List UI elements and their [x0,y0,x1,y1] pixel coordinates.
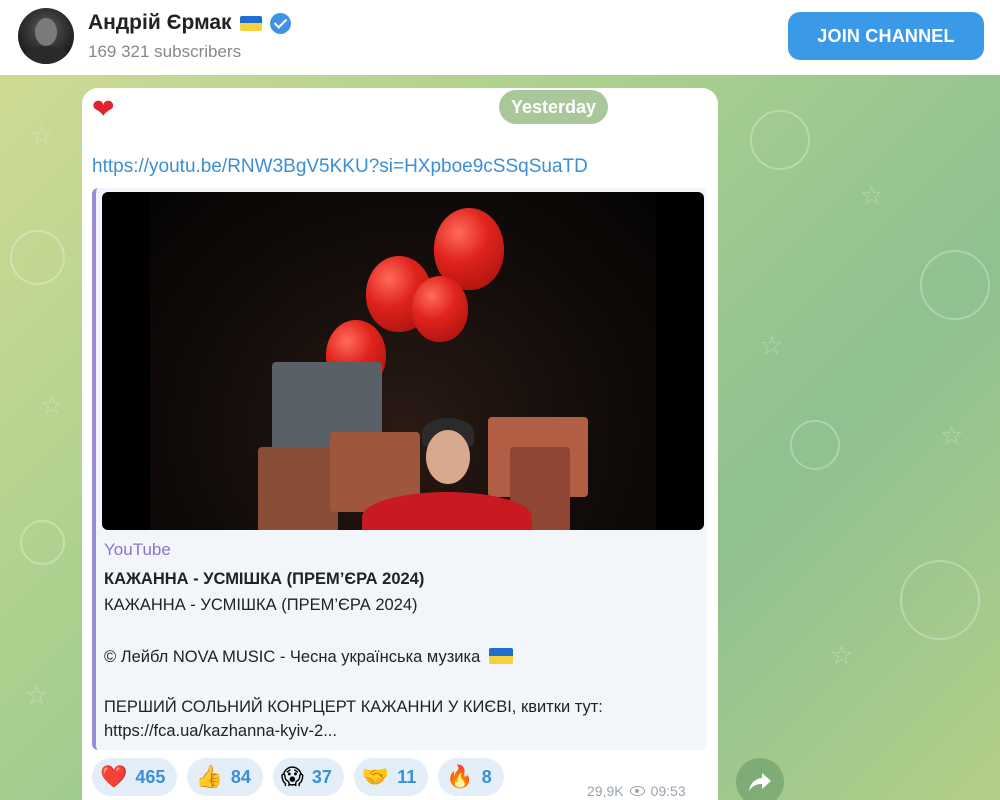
star-doodle: ☆ [830,640,854,670]
reaction-heart[interactable]: ❤️ 465 [92,758,178,796]
reaction-count: 84 [230,766,251,787]
view-count: 29,9K [587,783,624,799]
reaction-count: 8 [481,766,492,787]
star-doodle: ☆ [30,120,54,150]
planet-doodle [10,230,65,285]
fire-icon: 🔥 [446,764,474,789]
reaction-fire[interactable]: 🔥 8 [438,758,504,796]
video-thumbnail[interactable] [102,192,704,530]
preview-description-line: © Лейбл NOVA MUSIC - Чесна українська му… [104,648,513,667]
reaction-count: 37 [311,766,332,787]
reaction-count: 465 [135,766,166,787]
star-doodle: ☆ [40,390,64,420]
reaction-screaming[interactable]: 😱 37 [272,758,344,796]
reactions-bar: ❤️ 465 👍 84 😱 37 🤝 11 🔥 8 [92,758,504,796]
star-doodle: ☆ [760,330,784,360]
video-scene [150,192,656,530]
ukraine-flag-icon [488,648,513,664]
handshake-icon: 🤝 [361,764,390,789]
reaction-thumbs-up[interactable]: 👍 84 [187,758,263,796]
forward-arrow-icon [749,773,771,791]
red-heart-icon: ❤️ [100,764,128,789]
avatar-shoulders [22,46,70,64]
ukraine-flag-icon [239,15,262,31]
star-doodle: ☆ [940,420,964,450]
channel-name: Андрій Єрмак [88,11,232,34]
preview-source: YouTube [104,540,171,559]
avatar[interactable] [18,8,74,64]
join-channel-button[interactable]: JOIN CHANNEL [788,12,984,60]
person-head-shape [426,430,470,484]
thumbs-up-icon: 👍 [195,764,223,789]
channel-title[interactable]: Андрій Єрмак [88,11,291,35]
reaction-handshake[interactable]: 🤝 11 [353,758,429,796]
star-doodle: ☆ [25,680,49,710]
planet-doodle [790,420,840,470]
red-heart-emoji-icon: ❤ [92,94,115,124]
preview-description-line: ПЕРШИЙ СОЛЬНИЙ КОНРЦЕРТ КАЖАННИ У КИЄВІ,… [104,698,603,716]
forward-button[interactable] [736,758,784,800]
message-time: 09:53 [650,783,686,799]
preview-title: КАЖАННА - УСМІШКА (ПРЕМ’ЄРА 2024) [104,570,425,588]
planet-doodle [20,520,65,565]
verified-badge-icon [269,12,291,34]
planet-doodle [750,110,810,170]
channel-header: Андрій Єрмак 169 321 subscribers JOIN CH… [0,0,1000,75]
preview-description-line: https://fca.ua/kazhanna-kyiv-2... [104,722,337,740]
planet-doodle [920,250,990,320]
suitcase-shape [258,447,338,530]
message-bubble: ❤ Yesterday https://youtu.be/RNW3BgV5KKU… [82,88,718,800]
eye-icon [629,786,645,796]
planet-doodle [900,560,980,640]
balloon-shape [412,276,468,342]
preview-description-line: КАЖАННА - УСМІШКА (ПРЕМ’ЄРА 2024) [104,596,418,614]
message-meta: 29,9K 09:53 [587,783,686,799]
subscriber-count: 169 321 subscribers [88,42,242,61]
date-separator: Yesterday [499,90,609,124]
screaming-face-icon: 😱 [280,764,304,789]
youtube-link[interactable]: https://youtu.be/RNW3BgV5KKU?si=HXpboe9c… [92,156,588,178]
reaction-count: 11 [397,766,417,787]
link-preview[interactable]: YouTube КАЖАННА - УСМІШКА (ПРЕМ’ЄРА 2024… [92,188,707,750]
preview-label-text: © Лейбл NOVA MUSIC - Чесна українська му… [104,648,481,666]
avatar-face [35,18,57,46]
star-doodle: ☆ [860,180,884,210]
